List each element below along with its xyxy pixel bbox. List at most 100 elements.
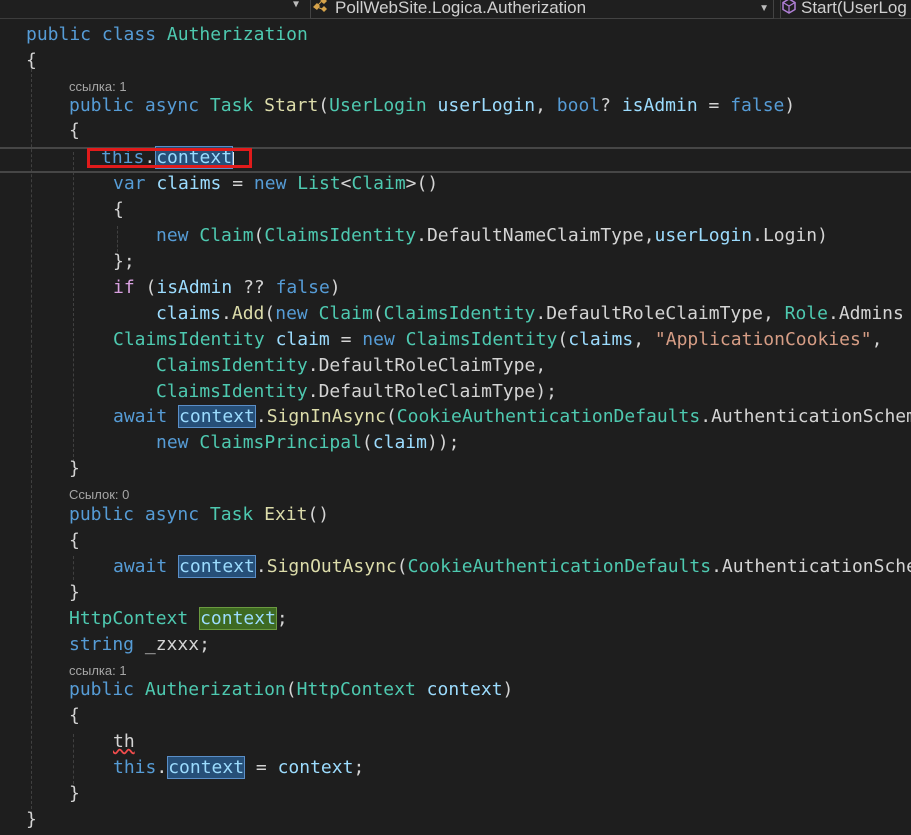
type-name: ClaimsIdentity	[156, 355, 308, 376]
type-name: ClaimsIdentity	[113, 329, 265, 350]
brace: {	[69, 705, 80, 726]
variable: claim	[275, 329, 330, 350]
keyword: new	[275, 303, 308, 324]
navigation-bar: ▼ PollWebSite.Logica.Autherization ▼ Sta…	[0, 0, 911, 19]
context-reference[interactable]: context	[178, 555, 256, 578]
parameter: isAdmin	[621, 95, 698, 116]
code-line: ClaimsIdentity.DefaultRoleClaimType);	[156, 381, 557, 402]
context-field-definition[interactable]: context	[199, 607, 277, 630]
type-name: CookieAuthenticationDefaults	[407, 556, 712, 577]
code-line: }	[69, 581, 80, 605]
code-line: };	[113, 251, 135, 272]
variable: claims	[156, 303, 222, 324]
type-name: Task	[209, 95, 254, 116]
member-dropdown[interactable]: PollWebSite.Logica.Autherization ▼	[310, 0, 774, 19]
indent-guide	[31, 64, 32, 824]
keyword: await	[113, 406, 168, 427]
code-line: new ClaimsPrincipal(claim));	[156, 432, 460, 453]
method-name: SignOutAsync	[266, 556, 397, 577]
context-reference[interactable]: context	[178, 405, 256, 428]
keyword: bool	[556, 95, 601, 116]
code-line: {	[69, 704, 80, 728]
code-line: public async Task Exit()	[69, 504, 330, 525]
code-line: public Autherization(HttpContext context…	[69, 679, 514, 700]
code-line: this.context = context;	[113, 756, 365, 779]
code-line: {	[26, 49, 37, 73]
chevron-down-icon: ▼	[759, 3, 769, 14]
code-line: claims.Add(new Claim(ClaimsIdentity.Defa…	[156, 303, 904, 324]
keyword: new	[253, 173, 287, 194]
type-name: HttpContext	[69, 608, 189, 629]
type-name: ClaimsIdentity	[405, 329, 558, 350]
brace: }	[113, 251, 124, 272]
type-name: Claim	[318, 303, 373, 324]
type-name: Claim	[199, 225, 254, 246]
keyword: public	[69, 679, 135, 700]
code-line: {	[69, 529, 80, 553]
indent-guide	[73, 556, 74, 580]
variable: claims	[156, 173, 222, 194]
member: DefaultNameClaimType	[426, 225, 644, 246]
code-editor[interactable]: public class Autherization { ссылка: 1 p…	[0, 18, 911, 835]
parameter: userLogin	[654, 225, 753, 246]
keyword: new	[156, 225, 189, 246]
class-name: Autherization	[166, 24, 308, 45]
field-name: _zxxx	[144, 634, 200, 655]
keyword: false	[275, 277, 330, 298]
parameter: context	[426, 679, 503, 700]
context-reference[interactable]: context	[167, 756, 246, 779]
method-dropdown[interactable]: Start(UserLog	[780, 0, 911, 19]
method-name: Start	[264, 95, 319, 116]
codelens-references[interactable]: ссылка: 1	[69, 79, 127, 95]
brace: }	[69, 783, 80, 804]
code-line: await context.SignInAsync(CookieAuthenti…	[113, 405, 911, 429]
member: DefaultRoleClaimType	[318, 381, 536, 402]
type-name: CookieAuthenticationDefaults	[396, 406, 701, 427]
parameter: userLogin	[437, 95, 536, 116]
keyword: public	[26, 24, 92, 45]
code-line: }	[69, 782, 80, 806]
method-name: Add	[231, 303, 265, 324]
string-literal: "ApplicationCookies"	[654, 329, 872, 350]
type-name: List	[297, 173, 341, 194]
codelens-references[interactable]: ссылка: 1	[69, 663, 127, 679]
code-line: if (isAdmin ?? false)	[113, 277, 341, 298]
brace: }	[69, 458, 80, 479]
brace: }	[69, 582, 80, 603]
type-name: ClaimsIdentity	[156, 381, 308, 402]
brace: }	[26, 809, 37, 830]
code-line: ClaimsIdentity claim = new ClaimsIdentit…	[113, 329, 883, 350]
keyword: public	[69, 504, 135, 525]
type-name: ClaimsIdentity	[264, 225, 417, 246]
keyword: var	[113, 173, 146, 194]
method-name: Exit	[264, 504, 308, 525]
project-dropdown-arrow-icon[interactable]: ▼	[293, 0, 299, 10]
code-line: }	[69, 457, 80, 481]
codelens-references[interactable]: Ссылок: 0	[69, 487, 129, 503]
brace: {	[69, 530, 80, 551]
keyword: string	[69, 634, 135, 655]
method-dropdown-label: Start(UserLog	[801, 0, 907, 17]
keyword: await	[113, 556, 168, 577]
member-dropdown-label: PollWebSite.Logica.Autherization	[335, 0, 587, 17]
member: Admins	[838, 303, 904, 324]
class-icon	[311, 0, 331, 18]
member: AuthenticationSche	[721, 556, 911, 577]
code-line: public async Task Start(UserLogin userLo…	[69, 95, 796, 116]
code-line: ClaimsIdentity.DefaultRoleClaimType,	[156, 355, 547, 376]
code-line: {	[113, 198, 124, 222]
code-line: new Claim(ClaimsIdentity.DefaultNameClai…	[156, 225, 828, 246]
type-name: ClaimsIdentity	[383, 303, 536, 324]
indent-guide	[73, 152, 74, 462]
type-name: UserLogin	[329, 95, 427, 116]
member: AuthenticationSchem	[711, 406, 911, 427]
keyword: async	[144, 504, 200, 525]
method-icon	[781, 0, 797, 18]
indent-guide	[73, 734, 74, 784]
indent-guide	[117, 226, 118, 252]
keyword: new	[156, 432, 189, 453]
type-name: Task	[209, 504, 254, 525]
error-token[interactable]: th	[113, 731, 135, 752]
variable: claim	[372, 432, 427, 453]
parameter: isAdmin	[156, 277, 233, 298]
